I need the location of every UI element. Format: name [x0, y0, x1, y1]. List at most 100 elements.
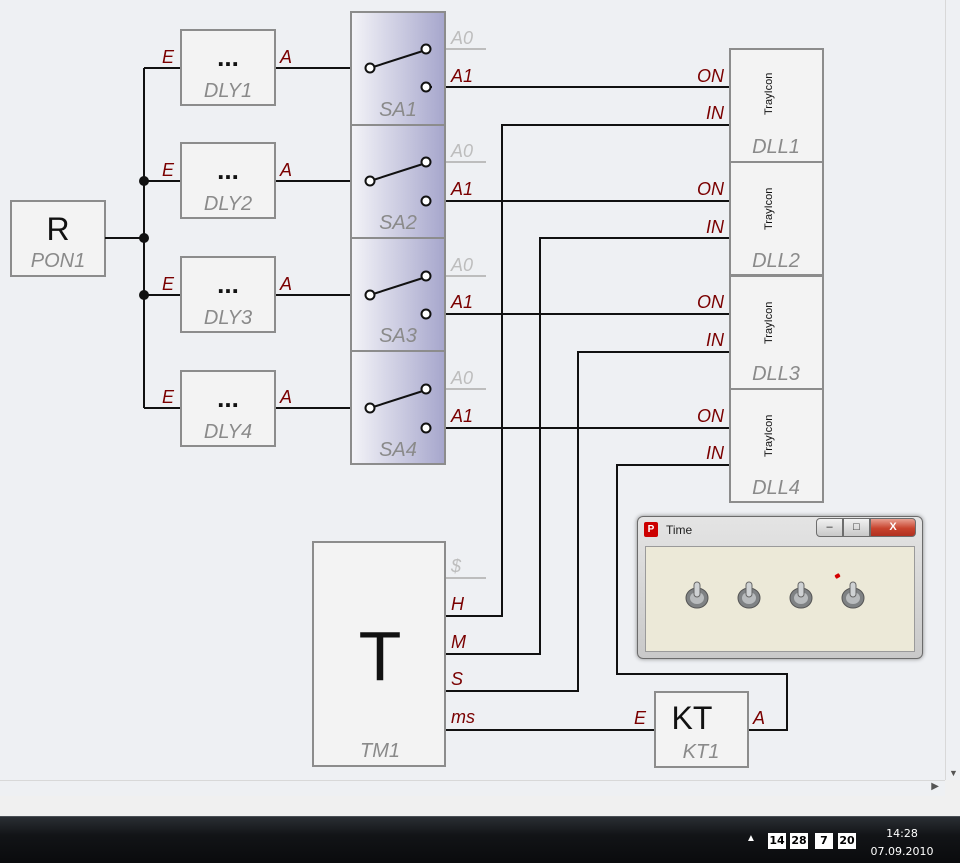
tray-icon-ms[interactable]: 20	[838, 833, 856, 849]
dll4-in-pin: IN	[706, 443, 725, 463]
sa1-name: SA1	[379, 99, 417, 121]
dly1-in-pin: E	[162, 47, 175, 67]
tm1-pin-dollar: $	[450, 556, 462, 576]
dll3-name: DLL3	[752, 363, 800, 385]
toggle-switch-icon	[685, 581, 709, 609]
dly3-symbol: ...	[217, 269, 239, 299]
dll2-label: TrayIcon	[763, 188, 775, 230]
dly2-in-pin: E	[162, 160, 175, 180]
dly3-out-pin: A	[279, 274, 292, 294]
close-button[interactable]: X	[870, 518, 916, 537]
dll2-name: DLL2	[752, 250, 800, 272]
block-dll1[interactable]: TrayIcon DLL1 ON IN	[697, 48, 824, 163]
block-sa3[interactable]: SA3 A0 A1	[350, 237, 473, 352]
tray-icon-minutes[interactable]: 28	[790, 833, 808, 849]
dly4-name: DLY4	[204, 421, 252, 443]
app-icon: P	[644, 522, 658, 537]
sa4-name: SA4	[379, 439, 417, 461]
dll2-in-pin: IN	[706, 217, 725, 237]
horizontal-scrollbar[interactable]: ▶	[0, 780, 945, 796]
window-client-area	[645, 546, 915, 652]
tray-icon-hours[interactable]: 14	[768, 833, 786, 849]
block-dly4[interactable]: ... DLY4 E A	[162, 370, 292, 447]
block-diagram: R PON1 ... DLY1 E A ... DLY2 E A ... DLY…	[10, 11, 824, 768]
block-sa2[interactable]: SA2 A0 A1	[350, 124, 473, 239]
toggle-switch-1[interactable]	[684, 579, 710, 609]
dll3-on-pin: ON	[697, 292, 725, 312]
dly4-out-pin: A	[279, 387, 292, 407]
dll2-on-pin: ON	[697, 179, 725, 199]
tm1-pin-s: S	[451, 669, 463, 689]
dll1-name: DLL1	[752, 136, 800, 158]
time-window[interactable]: P Time – □ X	[637, 516, 923, 659]
dly2-name: DLY2	[204, 193, 252, 215]
dll3-in-pin: IN	[706, 330, 725, 350]
kt1-out-pin: A	[752, 708, 765, 728]
show-hidden-icons-button[interactable]: ▲	[746, 833, 756, 844]
taskbar-clock[interactable]: 14:28 07.09.2010	[862, 825, 942, 861]
toggle-switch-3[interactable]	[788, 579, 814, 609]
dly1-name: DLY1	[204, 80, 252, 102]
tray-icon-seconds[interactable]: 7	[815, 833, 833, 849]
vertical-scrollbar[interactable]: ▼	[945, 0, 960, 780]
sa2-pin-a1: A1	[450, 179, 473, 199]
dly3-name: DLY3	[204, 307, 252, 329]
dll4-name: DLL4	[752, 477, 800, 499]
block-dly1[interactable]: ... DLY1 E A	[162, 29, 292, 106]
dly4-symbol: ...	[217, 383, 239, 413]
block-pon1[interactable]: R PON1	[10, 200, 106, 277]
sa4-pin-a0: A0	[450, 368, 473, 388]
dll4-label: TrayIcon	[763, 415, 775, 457]
status-strip	[0, 796, 960, 816]
block-dll4[interactable]: TrayIcon DLL4 ON IN	[697, 388, 824, 503]
toggle-switch-2[interactable]	[736, 579, 762, 609]
dll1-in-pin: IN	[706, 103, 725, 123]
sa3-pin-a1: A1	[450, 292, 473, 312]
toggle-switch-icon	[841, 581, 865, 609]
dll1-on-pin: ON	[697, 66, 725, 86]
dly3-in-pin: E	[162, 274, 175, 294]
dll3-label: TrayIcon	[763, 302, 775, 344]
sa2-pin-a0: A0	[450, 141, 473, 161]
minimize-button[interactable]: –	[816, 518, 843, 537]
dly1-out-pin: A	[279, 47, 292, 67]
block-dly3[interactable]: ... DLY3 E A	[162, 256, 292, 333]
window-controls: – □ X	[816, 518, 916, 537]
tm1-pin-ms: ms	[451, 707, 475, 727]
kt1-symbol: KT	[672, 700, 713, 736]
maximize-button[interactable]: □	[843, 518, 870, 537]
clock-date: 07.09.2010	[870, 845, 934, 858]
block-dly2[interactable]: ... DLY2 E A	[162, 142, 292, 219]
block-dll2[interactable]: TrayIcon DLL2 ON IN	[697, 161, 824, 276]
block-sa4[interactable]: SA4 A0 A1	[350, 350, 473, 465]
clock-time: 14:28	[886, 827, 918, 840]
sa3-name: SA3	[379, 325, 417, 347]
pon1-name: PON1	[31, 250, 85, 272]
kt1-name: KT1	[683, 741, 720, 763]
toggle-switch-icon	[789, 581, 813, 609]
sa2-name: SA2	[379, 212, 417, 234]
dly1-symbol: ...	[217, 42, 239, 72]
block-sa1[interactable]: SA1 A0 A1	[350, 11, 473, 126]
sa4-pin-a1: A1	[450, 406, 473, 426]
sa3-pin-a0: A0	[450, 255, 473, 275]
dly2-symbol: ...	[217, 155, 239, 185]
taskbar: ▲ 14 28 7 20 14:28 07.09.2010	[0, 816, 960, 863]
block-dll3[interactable]: TrayIcon DLL3 ON IN	[697, 275, 824, 390]
sa1-pin-a0: A0	[450, 28, 473, 48]
scroll-down-icon[interactable]: ▼	[949, 768, 958, 778]
tm1-symbol: T	[359, 617, 402, 695]
scroll-right-icon[interactable]: ▶	[931, 781, 939, 792]
dly4-in-pin: E	[162, 387, 175, 407]
sa1-pin-a1: A1	[450, 66, 473, 86]
dly2-out-pin: A	[279, 160, 292, 180]
toggle-switch-4[interactable]	[840, 579, 866, 609]
dll1-label: TrayIcon	[763, 73, 775, 115]
tm1-name: TM1	[360, 740, 400, 762]
tm1-pin-h: H	[451, 594, 465, 614]
diagram-canvas[interactable]: R PON1 ... DLY1 E A ... DLY2 E A ... DLY…	[0, 0, 945, 780]
toggle-switch-icon	[737, 581, 761, 609]
kt1-in-pin: E	[634, 708, 647, 728]
pon1-symbol: R	[46, 211, 69, 247]
dll4-on-pin: ON	[697, 406, 725, 426]
